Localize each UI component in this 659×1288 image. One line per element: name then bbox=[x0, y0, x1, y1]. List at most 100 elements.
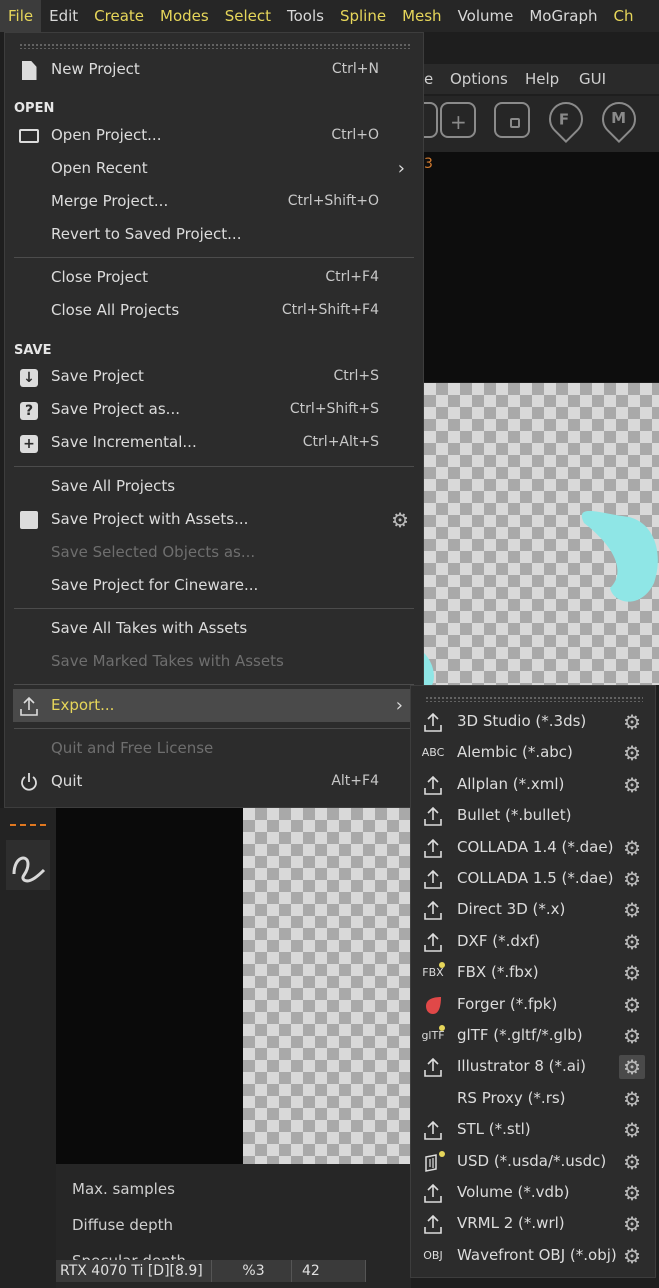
renderer-menu-partial[interactable]: e bbox=[424, 70, 433, 88]
gear-icon[interactable]: ⚙ bbox=[391, 508, 409, 532]
add-region-icon[interactable]: + bbox=[440, 102, 476, 138]
export-item[interactable]: COLLADA 1.4 (*.dae) ⚙ bbox=[411, 832, 655, 863]
export-item-label: Wavefront OBJ (*.obj) bbox=[457, 1245, 617, 1264]
menu-item-save-all[interactable]: Save All Projects bbox=[5, 470, 423, 503]
menu-item-save-project[interactable]: ↓ Save Project Ctrl+S bbox=[5, 360, 423, 393]
export-item[interactable]: Forger (*.fpk) ⚙ bbox=[411, 989, 655, 1020]
menu-grip[interactable] bbox=[425, 696, 643, 702]
gear-icon[interactable]: ⚙ bbox=[623, 1087, 641, 1111]
menu-separator bbox=[14, 728, 414, 729]
export-item-label: VRML 2 (*.wrl) bbox=[457, 1214, 565, 1233]
menubar-item-file[interactable]: File bbox=[0, 0, 42, 32]
gear-icon[interactable]: ⚙ bbox=[623, 898, 641, 922]
gear-icon[interactable]: ⚙ bbox=[623, 1118, 641, 1142]
export-item[interactable]: DXF (*.dxf) ⚙ bbox=[411, 926, 655, 957]
renderer-menu-help[interactable]: Help bbox=[525, 70, 559, 88]
export-item[interactable]: 3D Studio (*.3ds) ⚙ bbox=[411, 706, 655, 737]
export-item[interactable]: Allplan (*.xml) ⚙ bbox=[411, 769, 655, 800]
pin-m-icon[interactable]: M bbox=[594, 94, 644, 144]
gear-icon[interactable]: ⚙ bbox=[623, 773, 641, 797]
menu-item-merge-project[interactable]: Merge Project... Ctrl+Shift+O bbox=[5, 185, 423, 218]
gear-icon[interactable]: ⚙ bbox=[623, 993, 641, 1017]
section-save: SAVE bbox=[14, 343, 52, 358]
export-icon bbox=[18, 695, 40, 717]
menubar-item-edit[interactable]: Edit bbox=[41, 0, 86, 32]
export-item-label: Volume (*.vdb) bbox=[457, 1183, 570, 1201]
menu-item-revert[interactable]: Revert to Saved Project... bbox=[5, 218, 423, 251]
menu-separator bbox=[14, 466, 414, 467]
menu-item-close-all[interactable]: Close All Projects Ctrl+Shift+F4 bbox=[5, 294, 423, 327]
obj-icon: OBJ bbox=[423, 1248, 443, 1262]
chevron-right-icon: › bbox=[397, 158, 405, 179]
menu-item-new-project[interactable]: New Project Ctrl+N bbox=[5, 53, 423, 86]
render-canvas[interactable] bbox=[424, 383, 659, 685]
render-canvas-shapes bbox=[424, 510, 658, 685]
menu-item-save-with-assets[interactable]: Save Project with Assets... ⚙ bbox=[5, 503, 423, 536]
gear-icon[interactable]: ⚙ bbox=[623, 710, 641, 734]
export-icon bbox=[421, 774, 445, 796]
export-item-label: COLLADA 1.5 (*.dae) bbox=[457, 869, 614, 887]
menubar-item-ch[interactable]: Ch bbox=[606, 0, 642, 32]
menu-item-open-project[interactable]: Open Project... Ctrl+O bbox=[5, 119, 423, 152]
save-assets-icon bbox=[18, 509, 40, 531]
gear-icon[interactable]: ⚙ bbox=[623, 1150, 641, 1174]
export-item[interactable]: RS Proxy (*.rs) ⚙ bbox=[411, 1083, 655, 1114]
renderer-viewport-top bbox=[424, 152, 659, 382]
export-item-label: COLLADA 1.4 (*.dae) bbox=[457, 837, 614, 856]
menubar-item-spline[interactable]: Spline bbox=[332, 0, 394, 32]
menu-item-close-project[interactable]: Close Project Ctrl+F4 bbox=[5, 261, 423, 294]
menubar-item-create[interactable]: Create bbox=[86, 0, 152, 32]
export-item[interactable]: Bullet (*.bullet) bbox=[411, 800, 655, 831]
menubar-item-mograph[interactable]: MoGraph bbox=[521, 0, 605, 32]
renderer-menu-options[interactable]: Options bbox=[450, 70, 508, 88]
region-icon[interactable] bbox=[494, 102, 530, 138]
render-canvas-lower[interactable] bbox=[243, 808, 411, 1164]
gear-icon[interactable]: ⚙ bbox=[623, 741, 641, 765]
export-icon bbox=[421, 805, 445, 827]
gear-icon[interactable]: ⚙ bbox=[623, 1244, 641, 1268]
menubar-item-select[interactable]: Select bbox=[217, 0, 279, 32]
export-item[interactable]: Illustrator 8 (*.ai) ⚙ bbox=[411, 1051, 655, 1082]
menubar-item-mesh[interactable]: Mesh bbox=[394, 0, 450, 32]
menu-item-save-cineware[interactable]: Save Project for Cineware... bbox=[5, 569, 423, 602]
export-item-label: DXF (*.dxf) bbox=[457, 931, 540, 950]
gear-icon[interactable]: ⚙ bbox=[623, 930, 641, 954]
save-incremental-icon: + bbox=[18, 432, 40, 454]
menu-item-open-recent[interactable]: Open Recent › bbox=[5, 152, 423, 185]
export-item[interactable]: STL (*.stl) ⚙ bbox=[411, 1114, 655, 1145]
export-item[interactable]: ABC Alembic (*.abc) ⚙ bbox=[411, 737, 655, 768]
export-item[interactable]: FBX FBX (*.fbx) ⚙ bbox=[411, 957, 655, 988]
pin-f-icon[interactable]: F bbox=[541, 94, 591, 144]
menubar-item-volume[interactable]: Volume bbox=[450, 0, 522, 32]
export-item[interactable]: Direct 3D (*.x) ⚙ bbox=[411, 894, 655, 925]
export-item[interactable]: USD (*.usda/*.usdc) ⚙ bbox=[411, 1146, 655, 1177]
save-down-icon: ↓ bbox=[18, 366, 40, 388]
menubar-item-modes[interactable]: Modes bbox=[152, 0, 217, 32]
export-item[interactable]: glTF glTF (*.gltf/*.glb) ⚙ bbox=[411, 1020, 655, 1051]
max-samples-label: Max. samples bbox=[72, 1180, 175, 1198]
gear-icon[interactable]: ⚙ bbox=[619, 1055, 645, 1080]
menu-item-save-incremental[interactable]: + Save Incremental... Ctrl+Alt+S bbox=[5, 426, 423, 459]
gear-icon[interactable]: ⚙ bbox=[623, 961, 641, 985]
gear-icon[interactable]: ⚙ bbox=[623, 867, 641, 891]
sample-count: 42 bbox=[292, 1260, 366, 1282]
gear-icon[interactable]: ⚙ bbox=[623, 1181, 641, 1205]
spline-dashed-icon[interactable] bbox=[10, 824, 46, 828]
menu-item-quit[interactable]: Quit Alt+F4 bbox=[5, 765, 423, 798]
gear-icon[interactable]: ⚙ bbox=[623, 1024, 641, 1048]
export-item[interactable]: Volume (*.vdb) ⚙ bbox=[411, 1177, 655, 1208]
menu-item-export[interactable]: Export... › bbox=[13, 689, 413, 722]
menubar-item-tools[interactable]: Tools bbox=[279, 0, 332, 32]
gear-icon[interactable]: ⚙ bbox=[623, 836, 641, 860]
export-item[interactable]: VRML 2 (*.wrl) ⚙ bbox=[411, 1208, 655, 1239]
renderer-menu-gui[interactable]: GUI bbox=[579, 70, 606, 88]
export-item-label: Direct 3D (*.x) bbox=[457, 900, 566, 919]
menu-item-save-all-takes[interactable]: Save All Takes with Assets bbox=[5, 612, 423, 645]
export-item[interactable]: OBJ Wavefront OBJ (*.obj) ⚙ bbox=[411, 1240, 655, 1271]
spline-draw-button[interactable] bbox=[6, 840, 50, 890]
gear-icon[interactable]: ⚙ bbox=[623, 1212, 641, 1236]
abc-icon: ABC bbox=[421, 746, 445, 760]
export-item[interactable]: COLLADA 1.5 (*.dae) ⚙ bbox=[411, 863, 655, 894]
menu-item-save-as[interactable]: ? Save Project as... Ctrl+Shift+S bbox=[5, 393, 423, 426]
menu-grip[interactable] bbox=[19, 43, 411, 49]
